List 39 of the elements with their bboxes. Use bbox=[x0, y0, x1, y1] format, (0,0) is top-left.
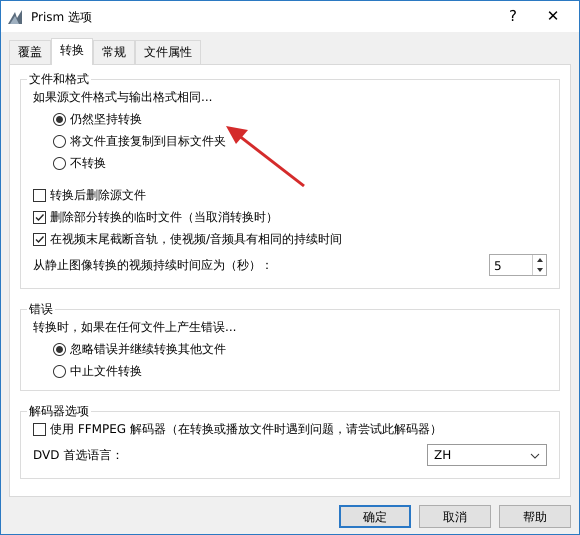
group-title: 解码器选项 bbox=[27, 402, 91, 420]
dropdown[interactable]: ZH bbox=[427, 444, 547, 466]
spin-field[interactable]: 5 bbox=[489, 254, 547, 276]
group-title: 错误 bbox=[27, 300, 55, 318]
window-title: Prism 选项 bbox=[31, 8, 92, 26]
dialog-button[interactable]: 取消 bbox=[419, 505, 491, 528]
checkbox-label: 删除部分转换的临时文件（当取消转换时） bbox=[50, 209, 278, 226]
radio-label: 不转换 bbox=[70, 155, 106, 172]
caret-icon bbox=[530, 452, 540, 459]
radio-button[interactable] bbox=[53, 342, 66, 356]
group-title: 文件和格式 bbox=[27, 70, 91, 88]
app-icon bbox=[7, 8, 23, 24]
checkbox[interactable] bbox=[33, 422, 46, 436]
radio-button[interactable] bbox=[53, 134, 66, 148]
radio-button[interactable] bbox=[53, 112, 66, 126]
radio-label: 中止文件转换 bbox=[70, 363, 142, 380]
help-button[interactable]: ? bbox=[493, 5, 533, 28]
field-label: DVD 首选语言： bbox=[33, 447, 124, 464]
prompt-text: 转换时，如果在任何文件上产生错误... bbox=[33, 319, 236, 336]
checkbox[interactable] bbox=[33, 232, 46, 246]
radio-button[interactable] bbox=[53, 364, 66, 378]
dialog-button[interactable]: 帮助 bbox=[499, 505, 571, 528]
tab[interactable]: 文件属性 bbox=[135, 40, 201, 64]
radio-label: 忽略错误并继续转换其他文件 bbox=[70, 341, 226, 358]
radio-label: 仍然坚持转换 bbox=[70, 111, 142, 128]
checkbox-label: 使用 FFMPEG 解码器（在转换或播放文件时遇到问题，请尝试此解码器） bbox=[50, 421, 442, 438]
prompt-text: 如果源文件格式与输出格式相同... bbox=[33, 89, 212, 106]
tab[interactable]: 常规 bbox=[93, 40, 135, 64]
radio-button[interactable] bbox=[53, 156, 66, 170]
tab[interactable]: 覆盖 bbox=[9, 40, 51, 64]
dialog-button[interactable]: 确定 bbox=[339, 505, 411, 528]
field-label: 从静止图像转换的视频持续时间应为（秒）： bbox=[33, 257, 273, 274]
checkbox-label: 在视频末尾截断音轨，使视频/音频具有相同的持续时间 bbox=[50, 231, 342, 248]
tab[interactable]: 转换 bbox=[51, 38, 93, 65]
radio-label: 将文件直接复制到目标文件夹 bbox=[70, 133, 226, 150]
checkbox[interactable] bbox=[33, 188, 46, 202]
close-button[interactable]: ✕ bbox=[533, 5, 573, 28]
checkbox[interactable] bbox=[33, 210, 46, 224]
checkbox-label: 转换后删除源文件 bbox=[50, 187, 146, 204]
